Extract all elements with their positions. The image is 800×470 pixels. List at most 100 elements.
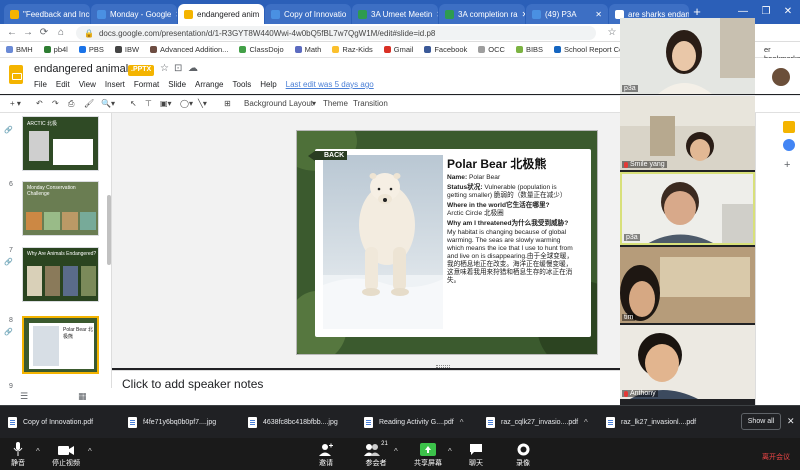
menu-arrange[interactable]: Arrange xyxy=(195,80,223,89)
bookmark-pbs[interactable]: PBS xyxy=(78,45,104,54)
browser-tab-4[interactable]: Copy of Innovatio✕ xyxy=(265,4,351,24)
browser-tab-5[interactable]: 3A Umeet Meetin✕ xyxy=(352,4,438,24)
stop-video-button[interactable]: 停止视频 xyxy=(48,441,84,468)
forward-arrow-icon[interactable]: → xyxy=(22,27,34,39)
browser-tab-7[interactable]: (49) P3A ✕ xyxy=(526,4,608,24)
move-folder-icon[interactable]: ⊡ xyxy=(174,63,182,74)
download-item-5[interactable]: raz_cqlk27_invasio....pdf ^ xyxy=(486,411,596,433)
image-icon[interactable]: ▣▾ xyxy=(160,97,172,110)
speaker-notes[interactable]: Click to add speaker notes xyxy=(112,370,620,405)
slide-text-box[interactable]: Polar Bear 北极熊 Name: Polar Bear Status状况… xyxy=(447,157,575,285)
video-options-chevron-icon[interactable]: ^ xyxy=(88,447,92,456)
menu-edit[interactable]: Edit xyxy=(56,80,70,89)
back-button[interactable]: BACK xyxy=(307,151,348,161)
slide-thumbnail-6[interactable]: Monday Conservation Challenge xyxy=(22,181,99,236)
bookmark-bmh[interactable]: BMH xyxy=(6,45,33,54)
bookmark-occ[interactable]: OCC xyxy=(478,45,505,54)
slide-thumbnail-8-selected[interactable]: Polar Bear 北极熊 xyxy=(22,316,99,374)
bookmark-pb4l[interactable]: pb4l xyxy=(43,45,68,54)
paint-format-icon[interactable]: 🖌 xyxy=(84,97,94,110)
comment-icon[interactable]: ⊞ xyxy=(224,97,231,110)
browser-tab-1[interactable]: "Feedback and Incen✕ xyxy=(4,4,90,24)
participant-video-4[interactable]: tim xyxy=(620,247,755,323)
close-downloads-icon[interactable]: ✕ xyxy=(787,416,795,427)
keep-icon[interactable] xyxy=(783,121,795,133)
download-item-3[interactable]: 4638fc8bc418bfbb....jpg xyxy=(248,411,358,433)
download-item-1[interactable]: Copy of Innovation.pdf xyxy=(8,411,118,433)
grid-view-icon[interactable]: ▦ xyxy=(78,391,87,402)
star-icon[interactable]: ☆ xyxy=(160,63,169,74)
slide-thumbnail-5[interactable]: ARCTIC 北极 xyxy=(22,116,99,171)
add-addon-icon[interactable]: + xyxy=(784,159,790,171)
close-tab-icon[interactable]: ✕ xyxy=(259,10,264,19)
transition-button[interactable]: Transition xyxy=(353,97,388,110)
chevron-up-icon[interactable]: ^ xyxy=(460,418,464,427)
slides-logo-icon[interactable] xyxy=(9,65,23,84)
menu-slide[interactable]: Slide xyxy=(168,80,186,89)
shape-icon[interactable]: ◯▾ xyxy=(180,97,193,110)
bookmark-raz-kids[interactable]: Raz-Kids xyxy=(332,45,373,54)
theme-button[interactable]: Theme xyxy=(323,97,348,110)
download-item-4[interactable]: Reading Activity G....pdf ^ xyxy=(364,411,480,433)
background-button[interactable]: Background xyxy=(244,97,287,110)
reload-icon[interactable]: ⟳ xyxy=(38,27,50,39)
slide-thumbnail-7[interactable]: Why Are Animals Endangered? xyxy=(22,247,99,302)
mute-options-chevron-icon[interactable]: ^ xyxy=(36,447,40,456)
close-window-icon[interactable]: ✕ xyxy=(778,4,798,20)
maximize-icon[interactable]: ❐ xyxy=(756,4,776,20)
bookmark-gmail[interactable]: Gmail xyxy=(383,45,413,54)
participant-video-2[interactable]: Smile yang xyxy=(620,96,755,170)
browser-tab-3-active[interactable]: endangered anim✕ xyxy=(178,4,264,24)
download-item-6[interactable]: raz_lk27_invasionl....pdf xyxy=(606,411,716,433)
menu-view[interactable]: View xyxy=(79,80,96,89)
close-tab-icon[interactable]: ✕ xyxy=(171,10,177,19)
new-slide-icon[interactable]: + ▾ xyxy=(10,97,21,110)
home-icon[interactable]: ⌂ xyxy=(55,27,67,39)
print-icon[interactable]: ⎙ xyxy=(68,97,74,110)
participant-video-3-speaking[interactable]: p3a xyxy=(620,172,755,245)
filmstrip-scrollbar[interactable] xyxy=(107,195,111,265)
record-button[interactable]: 录像 xyxy=(505,441,541,468)
share-screen-button[interactable]: 共享屏幕 xyxy=(410,441,446,468)
bookmark-facebook[interactable]: Facebook xyxy=(424,45,467,54)
menu-file[interactable]: File xyxy=(34,80,47,89)
zoom-icon[interactable]: 🔍▾ xyxy=(101,97,115,110)
undo-icon[interactable]: ↶ xyxy=(36,97,43,110)
account-avatar[interactable] xyxy=(770,66,792,88)
new-tab-button[interactable]: + xyxy=(690,5,704,19)
select-cursor-icon[interactable]: ↖ xyxy=(130,97,137,110)
share-options-chevron-icon[interactable]: ^ xyxy=(448,447,452,456)
bookmark-math[interactable]: Math xyxy=(294,45,321,54)
participant-video-1[interactable]: p3a xyxy=(620,18,755,94)
menu-insert[interactable]: Insert xyxy=(105,80,125,89)
document-title[interactable]: endangered animals xyxy=(34,63,134,75)
bookmark-advanced-addition[interactable]: Advanced Addition... xyxy=(150,45,228,54)
tasks-icon[interactable] xyxy=(783,139,795,151)
browser-tab-6[interactable]: 3A completion ra ✕ xyxy=(439,4,525,24)
layout-dropdown-icon[interactable]: ▾ xyxy=(312,97,316,110)
bookmark-bibs[interactable]: BIBS xyxy=(515,45,543,54)
menu-help[interactable]: Help xyxy=(260,80,276,89)
browser-tab-2[interactable]: Monday - Google✕ xyxy=(91,4,177,24)
star-icon[interactable]: ☆ xyxy=(606,27,618,39)
mute-button[interactable]: 静音 xyxy=(0,441,36,468)
close-tab-icon[interactable]: ✕ xyxy=(346,10,351,19)
show-all-button[interactable]: Show all xyxy=(741,413,781,430)
close-tab-icon[interactable]: ✕ xyxy=(591,10,602,19)
notes-resize-handle[interactable] xyxy=(436,365,450,368)
bookmark-classdojo[interactable]: ClassDojo xyxy=(239,45,284,54)
download-item-2[interactable]: f4fe71y6bq0b0pf7....jpg xyxy=(128,411,238,433)
menu-tools[interactable]: Tools xyxy=(233,80,252,89)
filmstrip-view-icon[interactable]: ☰ xyxy=(20,391,28,402)
close-tab-icon[interactable]: ✕ xyxy=(518,10,525,19)
invite-button[interactable]: 邀请 xyxy=(308,441,344,468)
chevron-up-icon[interactable]: ^ xyxy=(584,418,588,427)
menu-format[interactable]: Format xyxy=(134,80,159,89)
current-slide[interactable]: BACK Polar Bear 北极熊 Name: Polar Bear Sta… xyxy=(296,130,598,355)
line-icon[interactable]: ╲▾ xyxy=(198,97,207,110)
address-bar[interactable]: 🔒 docs.google.com/presentation/d/1-R3GYT8… xyxy=(76,26,596,40)
leave-meeting-button[interactable]: 离开会议 xyxy=(762,452,790,462)
layout-button[interactable]: Layout xyxy=(289,97,313,110)
back-arrow-icon[interactable]: ← xyxy=(6,27,18,39)
textbox-icon[interactable]: ⊤ xyxy=(145,97,152,110)
